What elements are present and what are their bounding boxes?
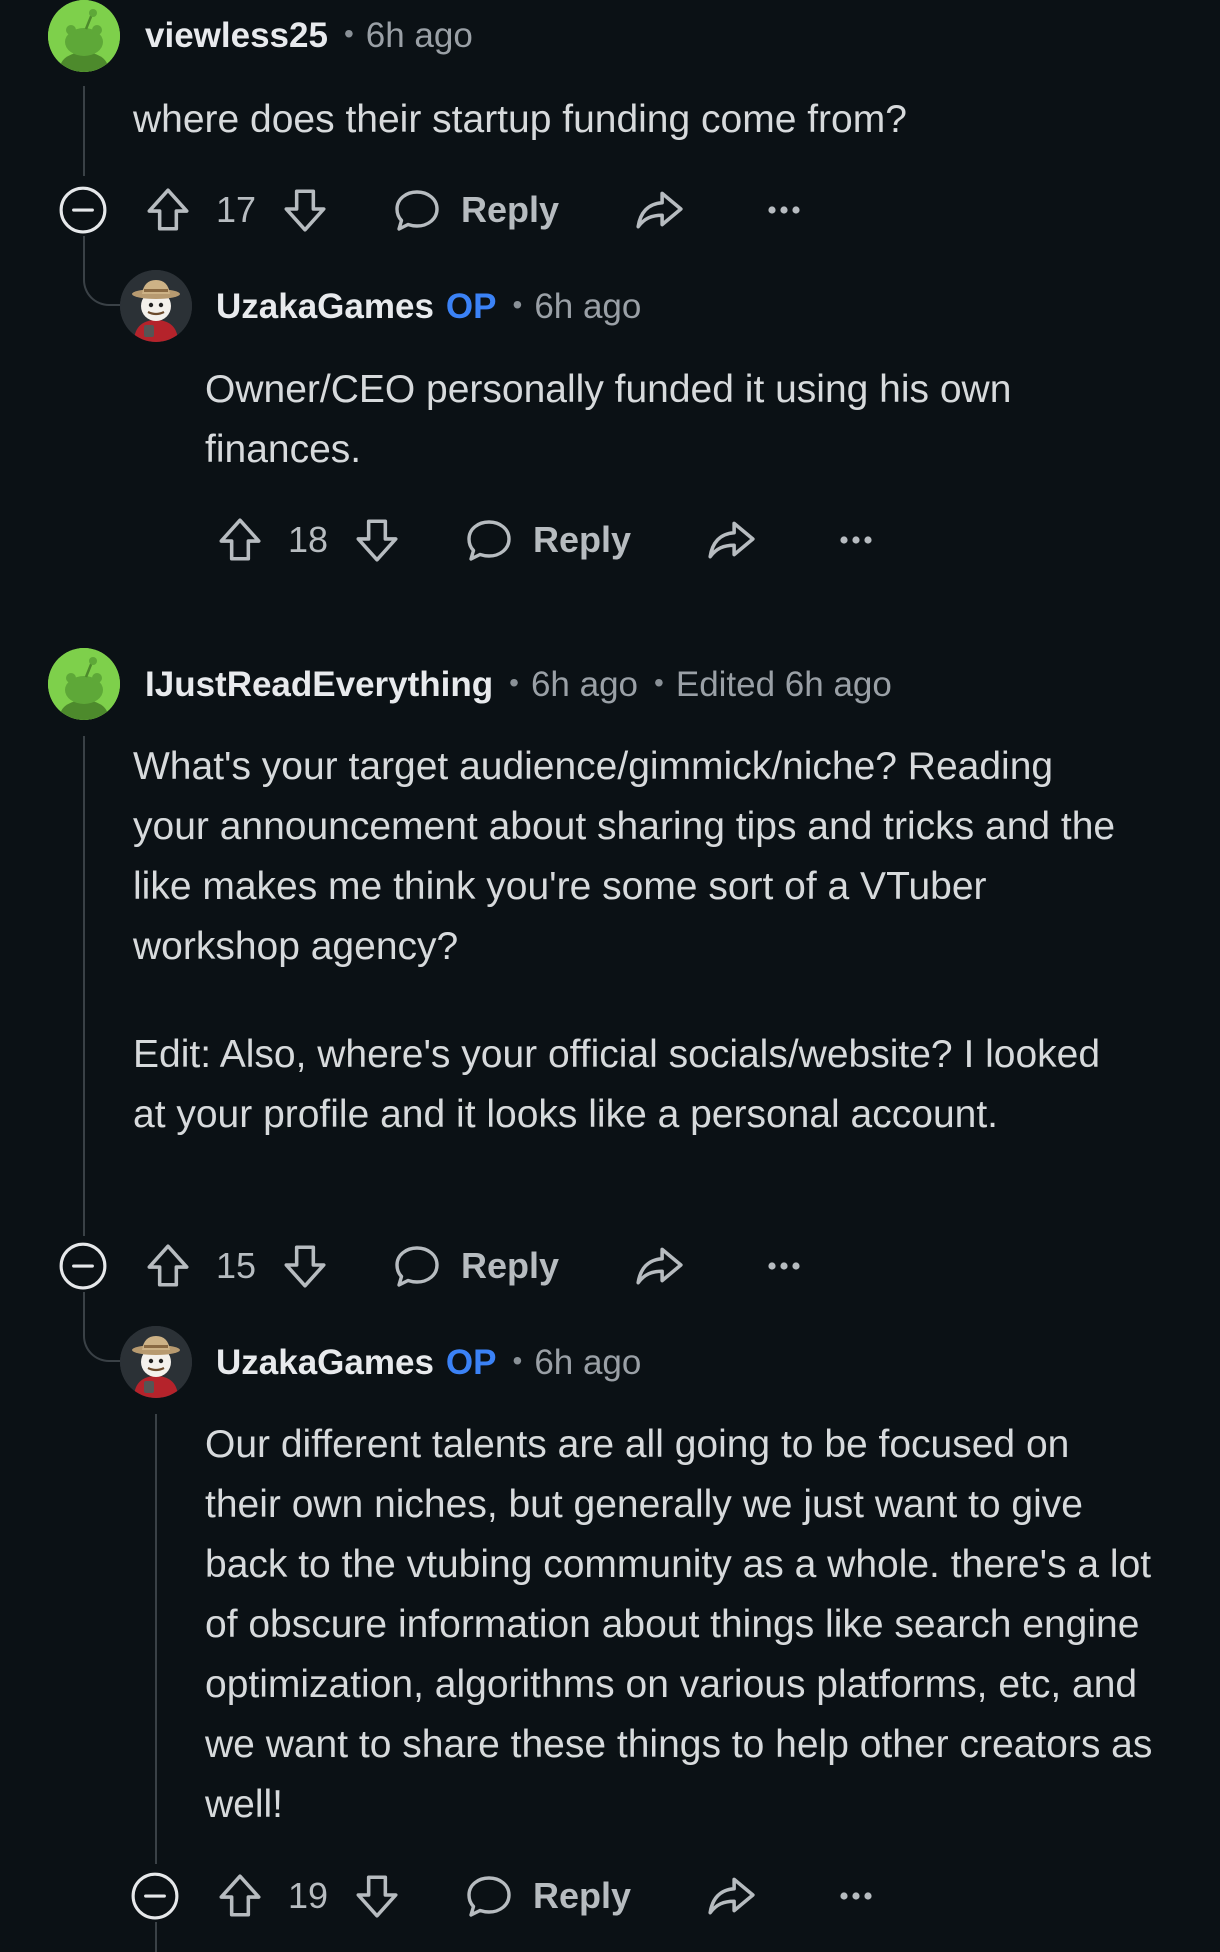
separator-dot: • — [654, 667, 664, 698]
collapse-icon[interactable] — [58, 185, 108, 235]
comment-meta: UzakaGames OP • 6h ago — [216, 1343, 641, 1385]
comment-icon[interactable] — [465, 1872, 513, 1920]
reply-button[interactable]: Reply — [461, 180, 559, 240]
timestamp: 6h ago — [534, 1343, 642, 1382]
thread-connector — [83, 1292, 123, 1362]
comment-paragraph: Our different talents are all going to b… — [205, 1423, 1153, 1826]
share-icon[interactable] — [706, 1871, 756, 1921]
downvote-icon[interactable] — [280, 185, 330, 235]
comment-body: Owner/CEO personally funded it using his… — [205, 360, 1125, 480]
separator-dot: • — [512, 1345, 523, 1376]
timestamp: 6h ago — [530, 665, 639, 704]
vote-count: 19 — [288, 1875, 329, 1916]
share-icon[interactable] — [634, 1241, 684, 1291]
thread-line — [83, 86, 85, 176]
op-badge: OP — [445, 1343, 497, 1382]
separator-dot: • — [512, 289, 523, 320]
op-badge: OP — [445, 287, 497, 326]
edited-label: Edited 6h ago — [675, 665, 892, 704]
upvote-icon[interactable] — [215, 515, 265, 565]
comment-paragraph: What's your target audience/gimmick/nich… — [133, 745, 1116, 968]
comment-icon[interactable] — [393, 186, 441, 234]
upvote-icon[interactable] — [215, 1871, 265, 1921]
comment-icon[interactable] — [465, 516, 513, 564]
thread-line — [155, 1922, 157, 1952]
reply-button[interactable]: Reply — [533, 1866, 631, 1926]
comment-icon[interactable] — [393, 1242, 441, 1290]
comment-meta: viewless25 • 6h ago — [145, 16, 473, 58]
thread-line — [83, 736, 85, 1236]
reply-button[interactable]: Reply — [461, 1236, 559, 1296]
upvote-icon[interactable] — [143, 185, 193, 235]
share-icon[interactable] — [634, 185, 684, 235]
timestamp: 6h ago — [534, 287, 642, 326]
collapse-icon[interactable] — [58, 1241, 108, 1291]
upvote-icon[interactable] — [143, 1241, 193, 1291]
comment-body: What's your target audience/gimmick/nich… — [133, 737, 1133, 1145]
downvote-icon[interactable] — [352, 515, 402, 565]
username[interactable]: IJustReadEverything — [145, 665, 493, 704]
comment-paragraph: where does their startup funding come fr… — [133, 98, 907, 141]
timestamp: 6h ago — [365, 16, 473, 55]
username[interactable]: UzakaGames — [216, 1343, 434, 1382]
share-icon[interactable] — [706, 515, 756, 565]
downvote-icon[interactable] — [280, 1241, 330, 1291]
comment-body: where does their startup funding come fr… — [133, 90, 1163, 150]
comment-meta: IJustReadEverything • 6h ago • Edited 6h ago — [145, 665, 892, 707]
avatar[interactable] — [120, 1326, 192, 1398]
username[interactable]: viewless25 — [145, 16, 328, 55]
comment-actions: 15 Reply — [58, 1236, 838, 1296]
comment-paragraph: Owner/CEO personally funded it using his… — [205, 368, 1012, 471]
comment-actions: 17 Reply — [58, 180, 838, 240]
comment-body: Our different talents are all going to b… — [205, 1415, 1155, 1835]
more-icon[interactable] — [832, 516, 880, 564]
comment-actions: 18 Reply — [130, 510, 910, 570]
reply-button[interactable]: Reply — [533, 510, 631, 570]
vote-count: 17 — [216, 189, 257, 230]
avatar[interactable] — [120, 270, 192, 342]
more-icon[interactable] — [760, 186, 808, 234]
thread-connector — [83, 236, 123, 306]
comment-meta: UzakaGames OP • 6h ago — [216, 287, 641, 329]
comment-paragraph: Edit: Also, where's your official social… — [133, 1033, 1101, 1136]
avatar[interactable] — [48, 0, 120, 72]
avatar[interactable] — [48, 648, 120, 720]
separator-dot: • — [509, 667, 519, 698]
username[interactable]: UzakaGames — [216, 287, 434, 326]
thread-line — [155, 1414, 157, 1864]
vote-count: 15 — [216, 1245, 257, 1286]
more-icon[interactable] — [760, 1242, 808, 1290]
vote-count: 18 — [288, 519, 329, 560]
more-icon[interactable] — [832, 1872, 880, 1920]
collapse-icon[interactable] — [130, 1871, 180, 1921]
downvote-icon[interactable] — [352, 1871, 402, 1921]
comment-actions: 19 Reply — [130, 1866, 910, 1926]
separator-dot: • — [343, 18, 354, 49]
